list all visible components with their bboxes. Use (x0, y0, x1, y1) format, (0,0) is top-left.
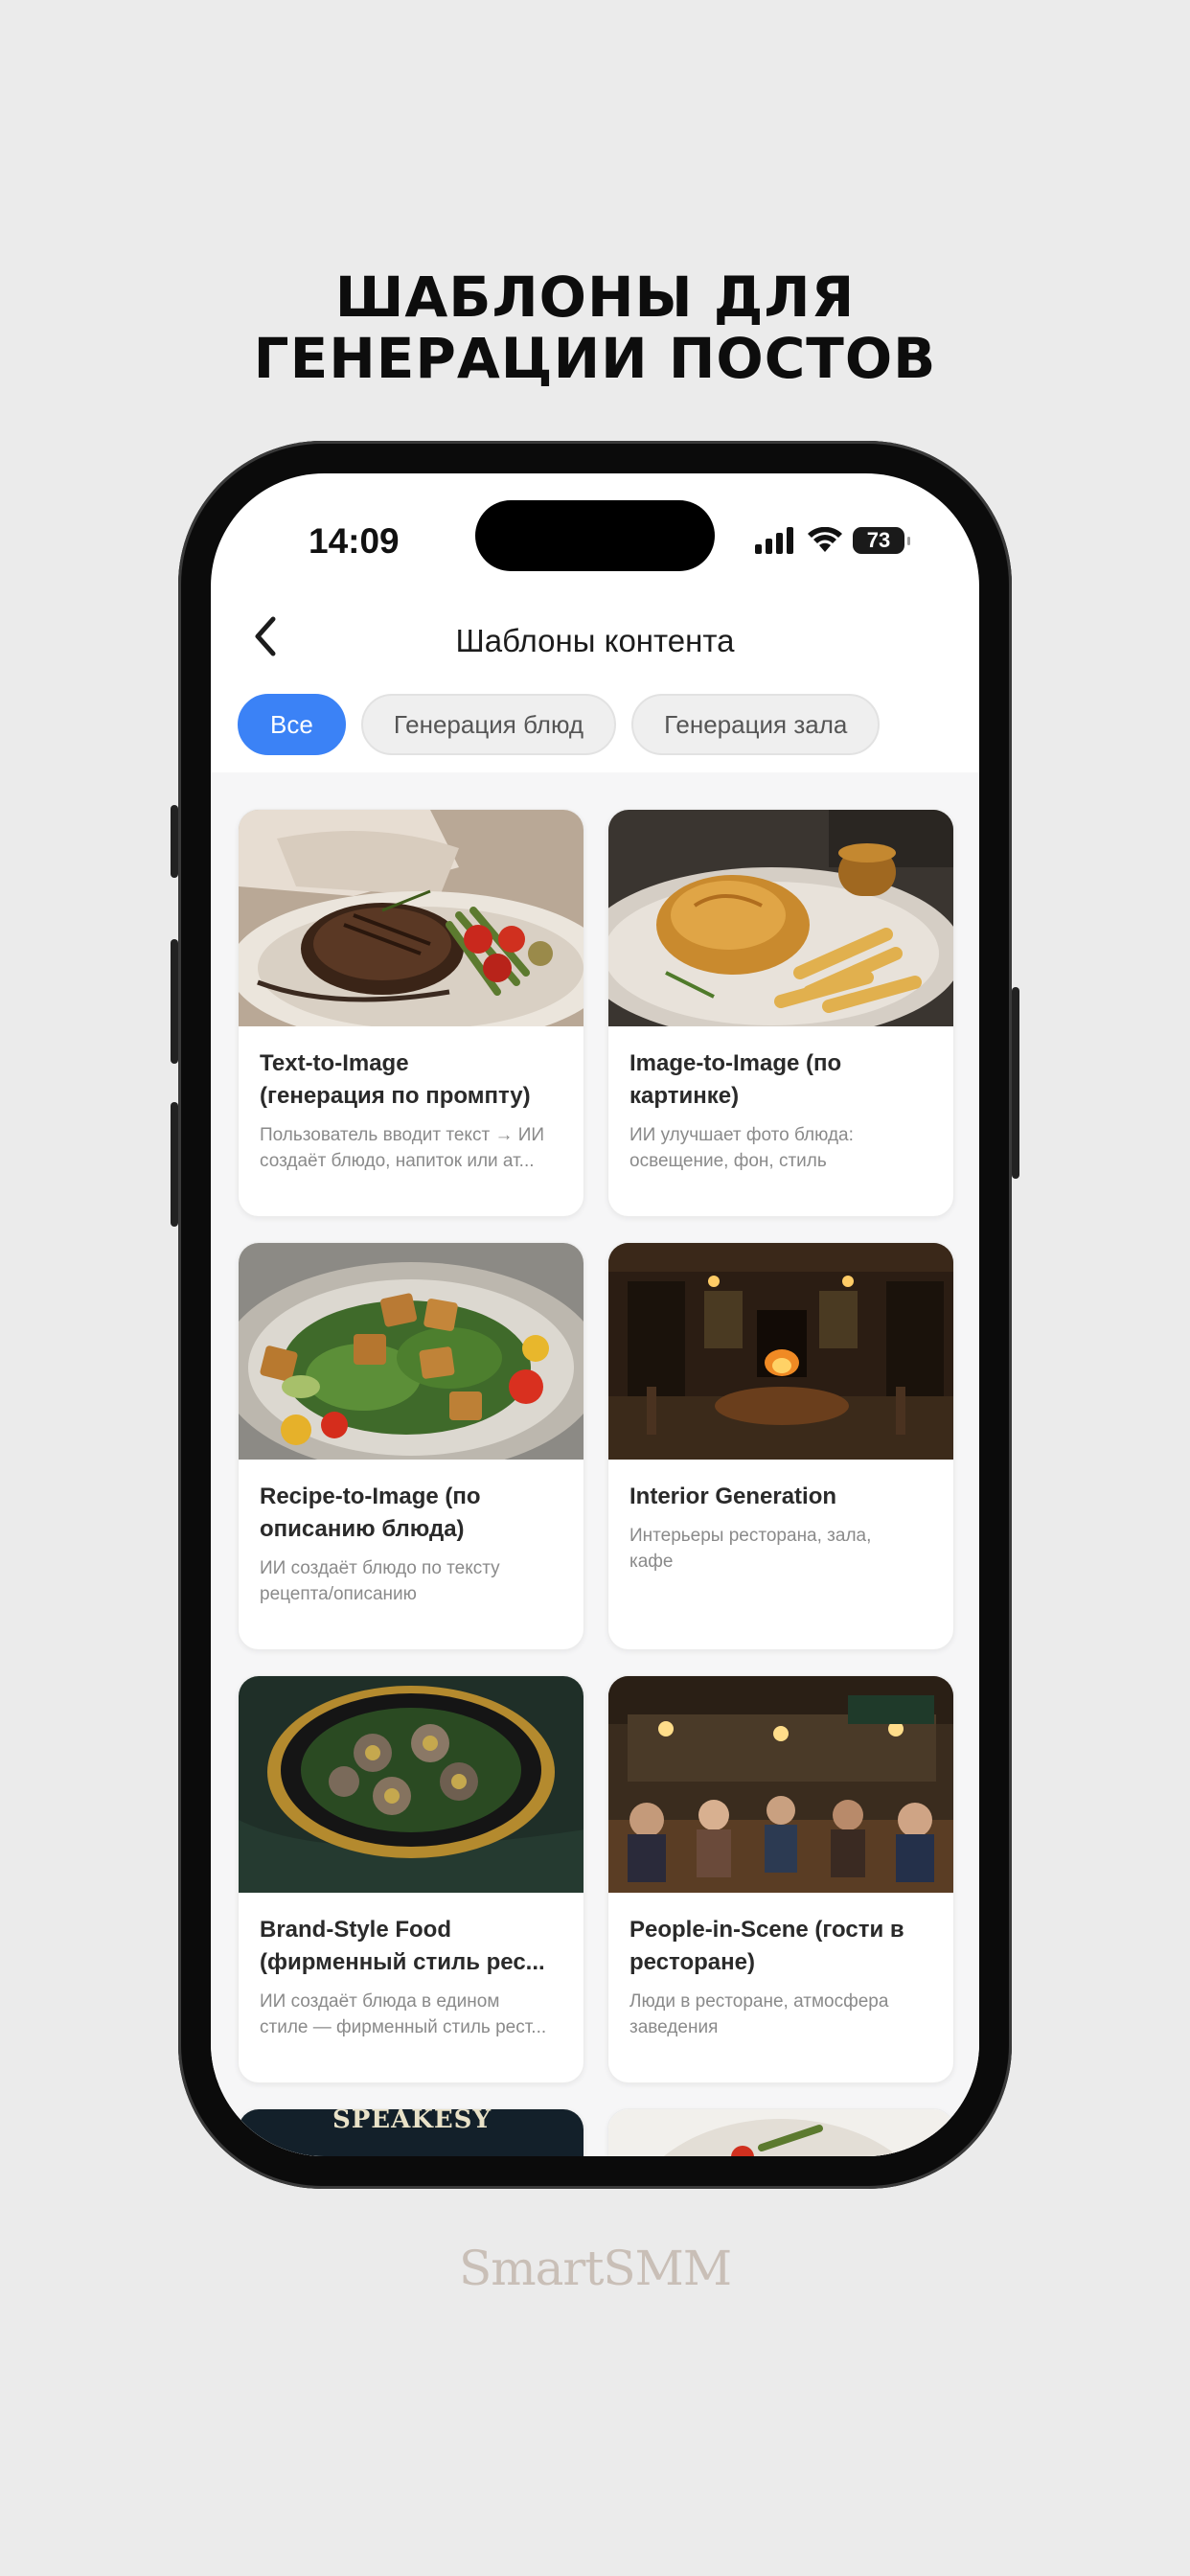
speakeasy-image: SPEAKESY (239, 2109, 584, 2156)
card-title: People-in-Scene (гости в ресторане) (629, 1914, 936, 1979)
steak-image (239, 810, 584, 1026)
card-title-line: картинке) (629, 1083, 740, 1109)
card-title-line: (фирменный стиль рес... (260, 1949, 545, 1975)
card-title: Text-to-Image (генерация по промпту) (260, 1047, 566, 1113)
battery-level: 73 (866, 528, 891, 552)
card-desc-line: заведения (629, 2017, 719, 2037)
template-card-speakeasy[interactable]: SPEAKESY (238, 2108, 584, 2156)
card-description: ИИ создаёт блюдо по тексту рецепта/описа… (260, 1555, 566, 1607)
card-title: Image-to-Image (по картинке) (629, 1047, 936, 1113)
filter-chips: Все Генерация блюд Генерация зала (238, 694, 881, 755)
template-grid: Text-to-Image (генерация по промпту) Пол… (211, 772, 979, 2156)
template-card-interior-generation[interactable]: Interior Generation Интерьеры ресторана,… (607, 1242, 954, 1650)
card-description: Люди в ресторане, атмосфера заведения (629, 1989, 936, 2040)
card-title-line: ресторане) (629, 1949, 755, 1975)
plated-dish-image (608, 2109, 953, 2156)
card-title-line: Brand-Style Food (260, 1917, 452, 1943)
card-title-line: People-in-Scene (гости в (629, 1917, 904, 1943)
card-title-line: Image-to-Image (по (629, 1050, 842, 1076)
salad-image (239, 1243, 584, 1460)
card-desc-line: ИИ создаёт блюда в едином (260, 1991, 500, 2012)
card-desc-line: Интерьеры ресторана, зала, (629, 1526, 872, 1546)
card-description: Пользователь вводит текст → ИИ создаёт б… (260, 1122, 566, 1174)
card-title: Recipe-to-Image (по описанию блюда) (260, 1481, 566, 1546)
brand-logo: SmartSMM (458, 2241, 732, 2296)
promo-headline: ШАБЛОНЫ ДЛЯ ГЕНЕРАЦИИ ПОСТОВ (0, 266, 1190, 389)
nav-bar: Шаблоны контента (211, 588, 979, 684)
wifi-icon (808, 527, 842, 552)
app-screen: 14:09 73 Шаблоны контента Все Генерация … (211, 473, 979, 2156)
mute-switch (171, 805, 178, 878)
dynamic-island (475, 500, 715, 571)
pie-image (608, 810, 953, 1026)
status-icons: 73 (755, 521, 910, 560)
card-desc-line: ИИ улучшает фото блюда: (629, 1125, 854, 1145)
brand-food-image (239, 1676, 584, 1893)
template-card-people-in-scene[interactable]: People-in-Scene (гости в ресторане) Люди… (607, 1675, 954, 2083)
template-card-text-to-image[interactable]: Text-to-Image (генерация по промпту) Пол… (238, 809, 584, 1217)
template-card-recipe-to-image[interactable]: Recipe-to-Image (по описанию блюда) ИИ с… (238, 1242, 584, 1650)
headline-line-1: ШАБЛОНЫ ДЛЯ (334, 264, 856, 330)
phone-frame: 14:09 73 Шаблоны контента Все Генерация … (171, 441, 1019, 2189)
template-card-image-to-image[interactable]: Image-to-Image (по картинке) ИИ улучшает… (607, 809, 954, 1217)
speakeasy-sign: SPEAKESY (332, 2109, 492, 2134)
card-title-line: Recipe-to-Image (по (260, 1484, 481, 1509)
battery-icon: 73 (853, 527, 910, 554)
card-description: Интерьеры ресторана, зала, кафе (629, 1523, 936, 1575)
page-title: Шаблоны контента (455, 623, 735, 658)
status-bar: 14:09 73 (211, 473, 979, 579)
card-description: ИИ улучшает фото блюда: освещение, фон, … (629, 1122, 936, 1174)
volume-down-button (171, 1102, 178, 1227)
card-desc-line: кафе (629, 1552, 674, 1572)
card-title: Interior Generation (629, 1481, 936, 1513)
card-title-line: Text-to-Image (260, 1050, 409, 1076)
restaurant-people-image (608, 1676, 953, 1893)
template-card-brand-style-food[interactable]: Brand-Style Food (фирменный стиль рес...… (238, 1675, 584, 2083)
card-title-line: описанию блюда) (260, 1516, 465, 1542)
card-desc-line: ИИ создаёт блюдо по тексту (260, 1558, 500, 1578)
card-desc-line: Люди в ресторане, атмосфера (629, 1991, 889, 2012)
card-desc-line: освещение, фон, стиль (629, 1151, 827, 1171)
headline-line-2: ГЕНЕРАЦИИ ПОСТОВ (253, 326, 937, 391)
chip-dish-generation[interactable]: Генерация блюд (360, 694, 617, 755)
template-card-plated-dish[interactable] (607, 2108, 954, 2156)
power-button (1012, 987, 1019, 1179)
card-desc-line: создаёт блюдо, напиток или ат... (260, 1151, 535, 1171)
card-title-line: Interior Generation (629, 1484, 837, 1509)
card-title: Brand-Style Food (фирменный стиль рес... (260, 1914, 566, 1979)
card-desc-line: Пользователь вводит текст → ИИ (260, 1125, 545, 1145)
card-title-line: (генерация по промпту) (260, 1083, 531, 1109)
card-description: ИИ создаёт блюда в едином стиле — фирмен… (260, 1989, 566, 2040)
signal-icon (755, 527, 793, 554)
volume-up-button (171, 939, 178, 1064)
chip-hall-generation[interactable]: Генерация зала (631, 694, 881, 755)
status-time: 14:09 (309, 521, 400, 561)
card-desc-line: стиле — фирменный стиль рест... (260, 2017, 547, 2037)
card-desc-line: рецепта/описанию (260, 1584, 417, 1604)
interior-image (608, 1243, 953, 1460)
chip-all[interactable]: Все (238, 694, 346, 755)
